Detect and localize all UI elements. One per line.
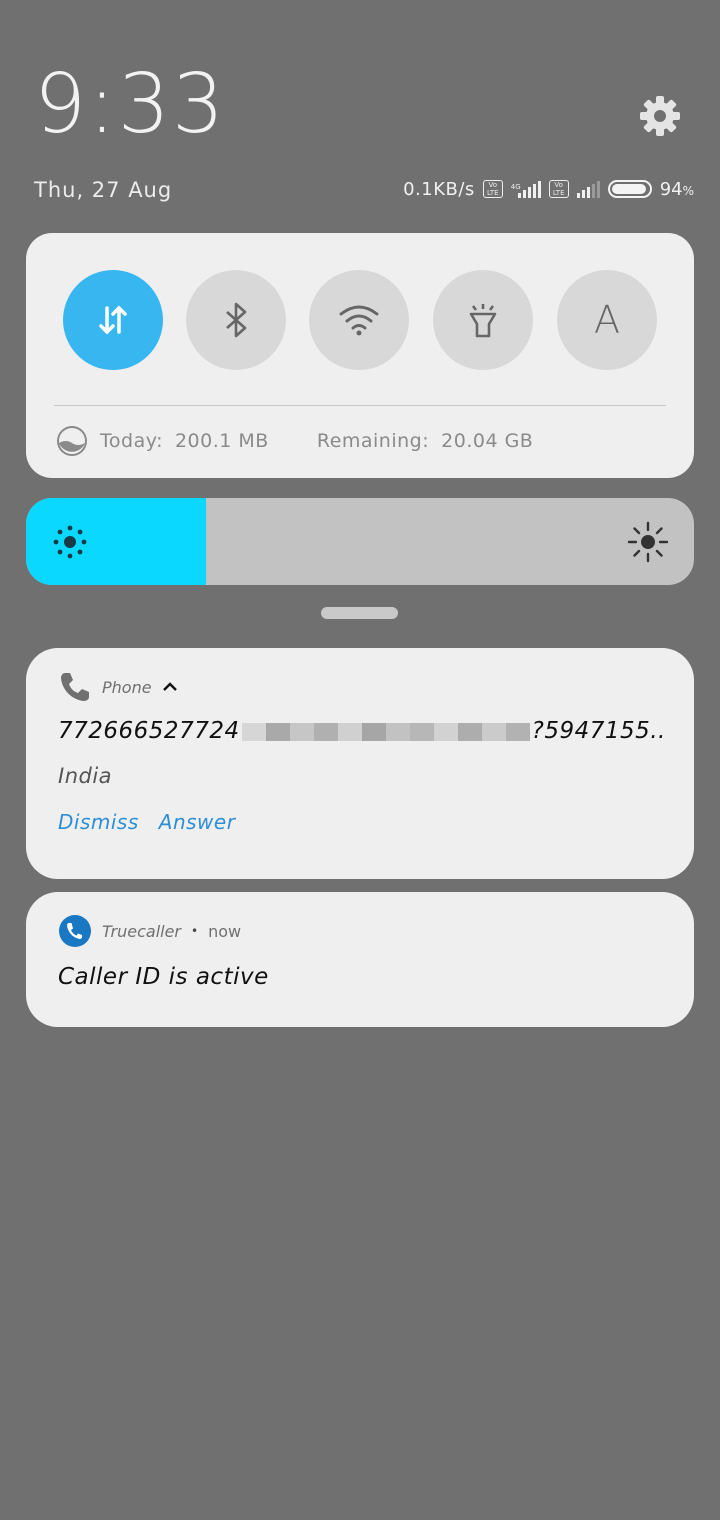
signal-sim2-icon [576,180,600,198]
panel-drag-handle[interactable] [321,607,398,619]
phone-app-row: Phone [58,670,178,704]
brightness-low-icon [53,525,87,559]
signal-sim1-icon: 4G [511,180,541,198]
volte-icon: Vo LTE [482,180,503,198]
brightness-high-icon [627,521,669,563]
toggle-wifi[interactable] [309,270,409,370]
settings-gear-icon[interactable] [638,94,682,138]
number-end: ?5947155.. [531,718,666,744]
today-value: 200.1 MB [174,430,269,452]
truecaller-app-row: Truecaller • now [58,914,241,948]
network-speed: 0.1KB/s [403,178,475,200]
number-start: 772666527724 [58,718,240,744]
chevron-up-icon[interactable] [162,679,178,695]
toggle-bluetooth[interactable] [186,270,286,370]
data-arrows-icon [99,305,127,335]
data-usage-icon [57,426,87,456]
remaining-value: 20.04 GB [441,430,534,452]
status-bar: 0.1KB/s Vo LTE 4G Vo LTE 94% [403,176,694,202]
flashlight-icon [469,304,497,338]
truecaller-notification[interactable]: Truecaller • now Caller ID is active [26,892,694,1027]
battery-icon [607,180,652,198]
date[interactable]: Thu, 27 Aug [34,178,172,202]
dismiss-button[interactable]: Dismiss [58,810,139,834]
phone-icon [61,673,89,701]
quick-settings-panel: A Today: 200.1 MB Remaining: 20.04 GB [26,233,694,478]
today-label: Today: [100,430,163,452]
phone-notification[interactable]: Phone 772666527724 ?5947155.. India Dism… [26,648,694,879]
caller-location: India [58,764,113,788]
signal-bars-icon [517,180,541,198]
bluetooth-icon [226,302,247,338]
battery-percent: 94% [659,178,694,200]
truecaller-icon [59,915,91,947]
app-name: Truecaller [102,921,182,941]
auto-brightness-icon: A [594,298,620,342]
clock[interactable]: 9:33 [34,64,226,146]
toggle-flashlight[interactable] [433,270,533,370]
separator-dot: • [191,924,199,938]
data-usage-row[interactable]: Today: 200.1 MB Remaining: 20.04 GB [56,425,533,457]
toggle-auto-brightness[interactable]: A [557,270,657,370]
caller-number: 772666527724 ?5947155.. [58,718,666,744]
app-name: Phone [102,677,152,697]
volte-icon: Vo LTE [548,180,569,198]
network-gen: 4G [510,183,521,191]
brightness-slider[interactable] [26,498,694,585]
toggle-mobile-data[interactable] [63,270,163,370]
notification-message: Caller ID is active [58,964,269,990]
notification-time: now [208,921,242,941]
notification-actions: Dismiss Answer [58,810,235,834]
redacted-block [241,722,530,741]
remaining-label: Remaining: [316,430,430,452]
divider [54,405,666,406]
answer-button[interactable]: Answer [159,810,236,834]
wifi-icon [339,305,379,336]
